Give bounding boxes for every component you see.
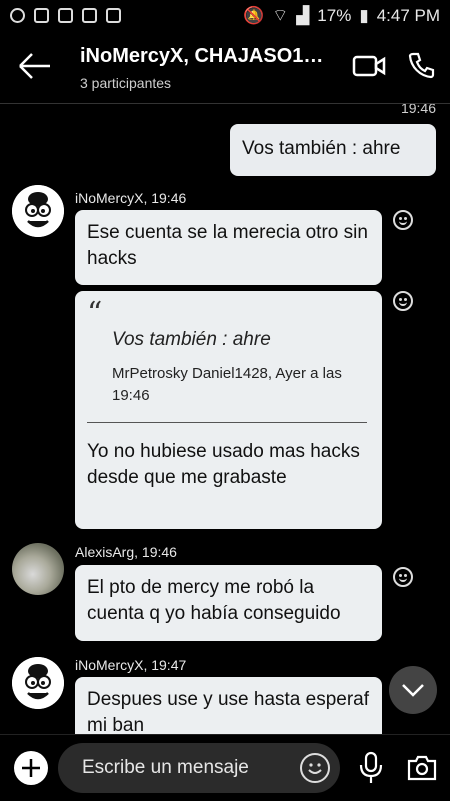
sender-label: iNoMercyX, 19:46 [75,190,187,206]
plus-icon [22,759,40,777]
message-text: Ese cuenta se la merecia otro sin hacks [87,222,368,269]
video-call-icon[interactable] [352,53,386,79]
react-emoji-icon[interactable] [393,291,413,311]
add-attachment-button[interactable] [14,751,48,785]
incoming-message[interactable]: Ese cuenta se la merecia otro sin hacks [75,210,382,285]
mute-icon: 🔕 [243,5,265,25]
sender-label: AlexisArg, 19:46 [75,544,177,560]
quote-icon: “ [87,296,103,331]
wifi-icon: ⌔ [272,6,289,25]
participants-count[interactable]: 3 participantes [80,75,171,91]
scroll-to-bottom-button[interactable] [389,666,437,714]
game-icon-2 [82,8,97,23]
message-text: Vos también : ahre [242,138,401,159]
battery-icon: ▮ [359,5,369,25]
react-emoji-icon[interactable] [393,210,413,230]
battery-percent: 17% [317,5,352,25]
microphone-icon[interactable] [358,751,384,785]
quoted-meta: MrPetrosky Daniel1428, Ayer a las 19:46 [112,365,342,404]
clock: 4:47 PM [376,5,440,25]
message-text: Despues use y use hasta esperaf mi ban [87,689,370,734]
message-time: 19:46 [400,104,436,116]
message-composer: Escribe un mensaje [0,734,450,801]
quote-divider [87,422,367,423]
download-icon [106,8,121,23]
react-emoji-icon[interactable] [393,567,413,587]
message-placeholder: Escribe un mensaje [82,757,249,778]
chat-header: iNoMercyX, CHAJASO1… 3 participantes [0,31,450,104]
sender-label: iNoMercyX, 19:47 [75,657,187,673]
goofy-icon [12,185,64,237]
message-input[interactable]: Escribe un mensaje [58,743,340,793]
message-list[interactable]: 19:46 Vos también : ahre iNoMercyX, 19:4… [0,104,450,734]
emoji-icon[interactable] [300,753,330,783]
notification-icons [10,8,121,23]
avatar-inomercyx[interactable] [12,185,64,237]
quoted-text[interactable]: Vos también : ahre [112,327,271,353]
gallery-icon [34,8,49,23]
whatsapp-icon [10,8,25,23]
avatar-alexisarg[interactable] [12,543,64,595]
goofy-icon [12,657,64,709]
incoming-message[interactable]: Despues use y use hasta esperaf mi ban [75,677,382,734]
message-text: El pto de mercy me robó la cuenta q yo h… [87,577,341,624]
incoming-message[interactable]: El pto de mercy me robó la cuenta q yo h… [75,565,382,641]
camera-icon[interactable] [406,753,438,783]
avatar-inomercyx[interactable] [12,657,64,709]
status-bar: 🔕 ⌔ ▟ 17% ▮ 4:47 PM [0,0,450,31]
signal-icon: ▟ [296,5,310,25]
phone-call-icon[interactable] [408,51,436,79]
back-arrow-icon[interactable] [18,51,52,81]
message-text: Yo no hubiese usado mas hacks desde que … [87,441,360,488]
reply-message[interactable]: “ Vos también : ahre MrPetrosky Daniel14… [75,291,382,529]
chat-title[interactable]: iNoMercyX, CHAJASO1… [80,45,340,68]
game-icon [58,8,73,23]
chevron-down-icon [402,684,424,697]
outgoing-message[interactable]: Vos también : ahre [230,124,436,176]
